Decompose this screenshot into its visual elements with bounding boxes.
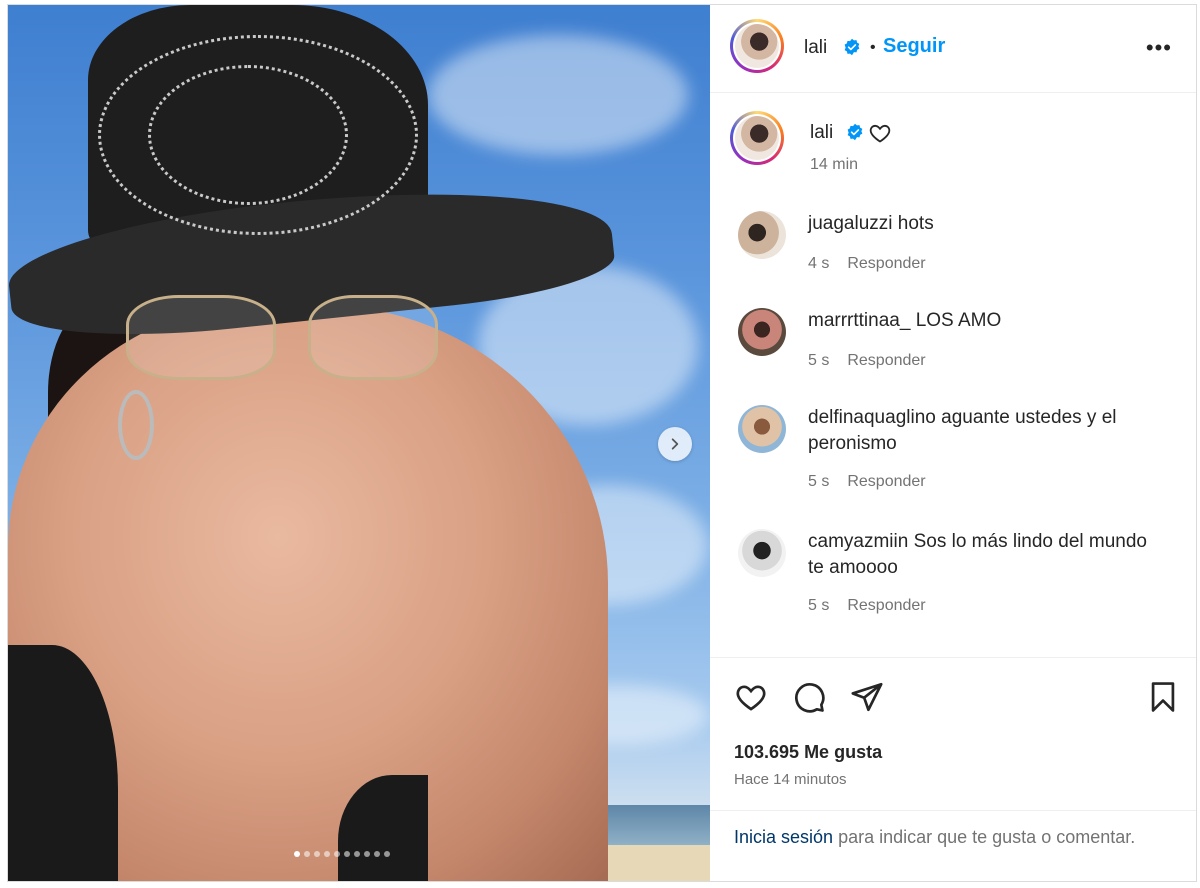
- carousel-dot: [314, 851, 320, 857]
- login-link[interactable]: Inicia sesión: [734, 827, 833, 847]
- reply-button[interactable]: Responder: [847, 255, 925, 273]
- verified-badge-icon: [844, 38, 860, 56]
- comment-time: 5 s: [808, 597, 830, 614]
- login-prompt-text: para indicar que te gusta o comentar.: [833, 827, 1136, 847]
- post-dialog: lali • Seguir ••• lali 14 min juagaluzzi…: [7, 4, 1197, 882]
- carousel-dot: [384, 851, 390, 857]
- verified-badge-icon: [847, 123, 863, 141]
- likes-count[interactable]: 103.695 Me gusta: [734, 742, 882, 763]
- carousel-dot: [294, 851, 300, 857]
- comment-time: 5 s: [808, 473, 830, 490]
- share-icon[interactable]: [850, 680, 884, 714]
- reply-button[interactable]: Responder: [847, 473, 925, 491]
- chevron-right-icon: [671, 438, 679, 450]
- commenter-avatar[interactable]: [738, 211, 786, 259]
- commenter-username[interactable]: delfinaquaglino: [808, 407, 936, 428]
- reply-button[interactable]: Responder: [847, 352, 925, 370]
- reply-button[interactable]: Responder: [847, 597, 925, 615]
- carousel-dot: [374, 851, 380, 857]
- author-avatar[interactable]: [730, 19, 784, 73]
- carousel-dot: [344, 851, 350, 857]
- post-sidebar: lali • Seguir ••• lali 14 min juagaluzzi…: [710, 5, 1196, 881]
- login-prompt: Inicia sesión para indicar que te gusta …: [710, 810, 1196, 863]
- carousel-dot: [324, 851, 330, 857]
- post-photo[interactable]: [8, 5, 710, 881]
- bookmark-icon[interactable]: [1146, 680, 1180, 714]
- commenter-username[interactable]: marrrttinaa_: [808, 310, 910, 331]
- separator: •: [870, 39, 876, 56]
- follow-button[interactable]: Seguir: [883, 35, 945, 58]
- carousel-indicator: [294, 851, 390, 857]
- comment-icon[interactable]: [792, 680, 826, 714]
- comment-time: 4 s: [808, 255, 830, 272]
- commenter-username[interactable]: camyazmiin: [808, 531, 908, 552]
- caption-timestamp: 14 min: [810, 156, 859, 173]
- author-username[interactable]: lali: [804, 37, 827, 59]
- like-heart-icon[interactable]: [734, 680, 768, 714]
- heart-icon[interactable]: [868, 121, 892, 145]
- post-time-ago: Hace 14 minutos: [734, 771, 847, 788]
- carousel-dot: [364, 851, 370, 857]
- post-actions: 103.695 Me gusta Hace 14 minutos Inicia …: [710, 657, 1196, 881]
- commenter-username[interactable]: juagaluzzi: [808, 213, 893, 234]
- comment-time: 5 s: [808, 352, 830, 369]
- post-header: lali • Seguir •••: [710, 5, 1196, 93]
- caption-author-username[interactable]: lali: [810, 122, 833, 144]
- comment-text: hots: [897, 213, 934, 234]
- commenter-avatar[interactable]: [738, 529, 786, 577]
- commenter-avatar[interactable]: [738, 308, 786, 356]
- comment-text: LOS AMO: [915, 310, 1002, 331]
- more-options-button[interactable]: •••: [1146, 35, 1172, 61]
- carousel-dot: [304, 851, 310, 857]
- next-slide-button[interactable]: [658, 427, 692, 461]
- carousel-dot: [334, 851, 340, 857]
- caption-author-avatar[interactable]: [730, 111, 784, 165]
- carousel-dot: [354, 851, 360, 857]
- commenter-avatar[interactable]: [738, 405, 786, 453]
